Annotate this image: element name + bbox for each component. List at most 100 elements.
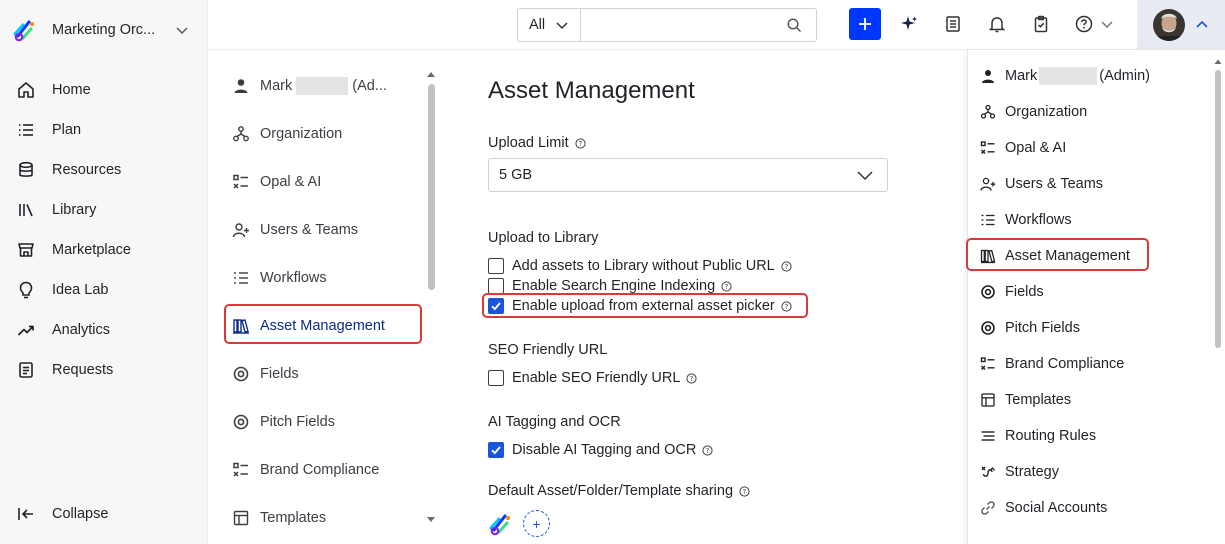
- settings-nav-opal[interactable]: Opal & AI: [232, 166, 422, 198]
- dropdown-item-label: Users & Teams: [1005, 176, 1104, 192]
- option-external-asset-picker[interactable]: Enable upload from external asset picker…: [488, 296, 792, 316]
- dropdown-item-label: Social Accounts: [1005, 500, 1108, 516]
- upload-limit-select[interactable]: 5 GB: [488, 158, 888, 192]
- option-disable-ai-tagging[interactable]: Disable AI Tagging and OCR ?: [488, 440, 713, 460]
- settings-nav-user[interactable]: Mark (Ad...: [232, 70, 422, 102]
- svg-text:?: ?: [690, 374, 694, 382]
- info-icon[interactable]: ?: [739, 485, 750, 497]
- svg-text:?: ?: [784, 302, 788, 310]
- checkbox[interactable]: [488, 278, 504, 294]
- nav-plan-label: Plan: [52, 122, 82, 138]
- checkbox-checked[interactable]: [488, 442, 504, 458]
- dropdown-brand-compliance[interactable]: Brand Compliance: [980, 352, 1210, 376]
- account-dropdown: Mark (Admin) Organization Opal & AI Users…: [966, 50, 1225, 544]
- info-icon[interactable]: ?: [781, 260, 792, 272]
- asset-icon: [980, 249, 996, 264]
- page-title: Asset Management: [488, 77, 695, 104]
- settings-nav-scrollbar[interactable]: [426, 70, 436, 530]
- dropdown-opal[interactable]: Opal & AI: [980, 136, 1210, 160]
- workspace-switcher[interactable]: Marketing Orc...: [12, 14, 198, 46]
- help-menu[interactable]: [1074, 14, 1114, 34]
- checkbox[interactable]: [488, 370, 504, 386]
- pitch-fields-icon: [981, 321, 995, 335]
- checkbox[interactable]: [488, 258, 504, 274]
- settings-nav-workflows[interactable]: Workflows: [232, 262, 422, 294]
- dropdown-user[interactable]: Mark (Admin): [980, 64, 1210, 88]
- info-icon[interactable]: ?: [702, 444, 713, 456]
- nav-marketplace[interactable]: Marketplace: [16, 236, 196, 264]
- dropdown-templates[interactable]: Templates: [980, 388, 1210, 412]
- collapse-button[interactable]: Collapse: [16, 500, 196, 528]
- dropdown-user-suffix: (Admin): [1099, 67, 1150, 84]
- nav-home[interactable]: Home: [16, 76, 196, 104]
- chevron-down-icon: [1101, 21, 1113, 29]
- info-icon[interactable]: ?: [686, 372, 698, 384]
- dropdown-item-label: Workflows: [1005, 212, 1072, 228]
- nav-idea-lab[interactable]: Idea Lab: [16, 276, 196, 304]
- settings-nav-pitch-fields[interactable]: Pitch Fields: [232, 406, 422, 438]
- dropdown-strategy[interactable]: Strategy: [980, 460, 1210, 484]
- sharing-row: +: [488, 510, 550, 537]
- dropdown-fields[interactable]: Fields: [980, 280, 1210, 304]
- clipboard-icon[interactable]: [1031, 14, 1051, 34]
- nav-analytics[interactable]: Analytics: [16, 316, 196, 344]
- search-box: [581, 8, 817, 42]
- sparkle-icon[interactable]: [899, 14, 919, 34]
- settings-user-suffix: (Ad...: [352, 77, 387, 94]
- opal-icon: [980, 141, 995, 154]
- brand-compliance-icon: [233, 462, 248, 477]
- dropdown-routing-rules[interactable]: Routing Rules: [980, 424, 1210, 448]
- nav-plan[interactable]: Plan: [16, 116, 196, 144]
- dropdown-social-accounts[interactable]: Social Accounts: [980, 496, 1210, 520]
- bell-icon[interactable]: [987, 14, 1007, 34]
- nav-library[interactable]: Library: [16, 196, 196, 224]
- dropdown-organization[interactable]: Organization: [980, 100, 1210, 124]
- organization-icon: [980, 104, 996, 119]
- users-icon: [232, 223, 249, 238]
- dropdown-pitch-fields[interactable]: Pitch Fields: [980, 316, 1210, 340]
- dropdown-workflows[interactable]: Workflows: [980, 208, 1210, 232]
- search-input[interactable]: [589, 10, 779, 40]
- info-icon[interactable]: ?: [781, 300, 792, 312]
- dropdown-scrollbar[interactable]: [1214, 58, 1222, 540]
- scrollbar-thumb[interactable]: [1215, 70, 1221, 348]
- settings-nav-users-teams[interactable]: Users & Teams: [232, 214, 422, 246]
- collapse-icon: [18, 508, 33, 520]
- settings-nav-brand-compliance[interactable]: Brand Compliance: [232, 454, 422, 486]
- nav-requests[interactable]: Requests: [16, 356, 196, 384]
- store-icon: [18, 243, 34, 257]
- upload-to-library-heading: Upload to Library: [488, 230, 598, 246]
- add-sharing-button[interactable]: +: [523, 510, 550, 537]
- settings-nav-label: Pitch Fields: [260, 414, 335, 430]
- dropdown-users-teams[interactable]: Users & Teams: [980, 172, 1210, 196]
- scroll-up-icon[interactable]: [426, 70, 436, 78]
- upload-limit-heading: Upload Limit ?: [488, 135, 586, 151]
- option-seo-friendly-url[interactable]: Enable SEO Friendly URL ?: [488, 368, 698, 388]
- notes-icon[interactable]: [943, 14, 963, 34]
- settings-nav-fields[interactable]: Fields: [232, 358, 422, 390]
- search-icon[interactable]: [786, 17, 802, 33]
- account-menu-button[interactable]: [1137, 0, 1225, 50]
- dropdown-item-label: Routing Rules: [1005, 428, 1097, 444]
- nav-resources[interactable]: Resources: [16, 156, 196, 184]
- workspace-name: Marketing Orc...: [52, 22, 156, 38]
- redacted-block: [1039, 67, 1098, 85]
- user-icon: [234, 79, 248, 93]
- templates-icon: [233, 510, 249, 526]
- settings-nav-label: Organization: [260, 126, 343, 142]
- create-button[interactable]: [849, 8, 881, 40]
- settings-nav-asset-management[interactable]: Asset Management: [232, 310, 422, 342]
- dropdown-asset-management[interactable]: Asset Management: [980, 244, 1210, 268]
- option-add-without-public-url[interactable]: Add assets to Library without Public URL…: [488, 256, 792, 276]
- search-scope-select[interactable]: All: [517, 8, 581, 42]
- info-icon[interactable]: ?: [575, 137, 586, 149]
- settings-nav-organization[interactable]: Organization: [232, 118, 422, 150]
- scrollbar-thumb[interactable]: [428, 84, 435, 290]
- check-icon: [491, 446, 501, 455]
- settings-nav-templates[interactable]: Templates: [232, 502, 422, 534]
- info-icon[interactable]: ?: [721, 280, 732, 292]
- scroll-up-icon[interactable]: [1214, 58, 1222, 65]
- chevron-down-icon: [857, 171, 873, 181]
- scroll-down-icon[interactable]: [426, 516, 436, 524]
- checkbox-checked[interactable]: [488, 298, 504, 314]
